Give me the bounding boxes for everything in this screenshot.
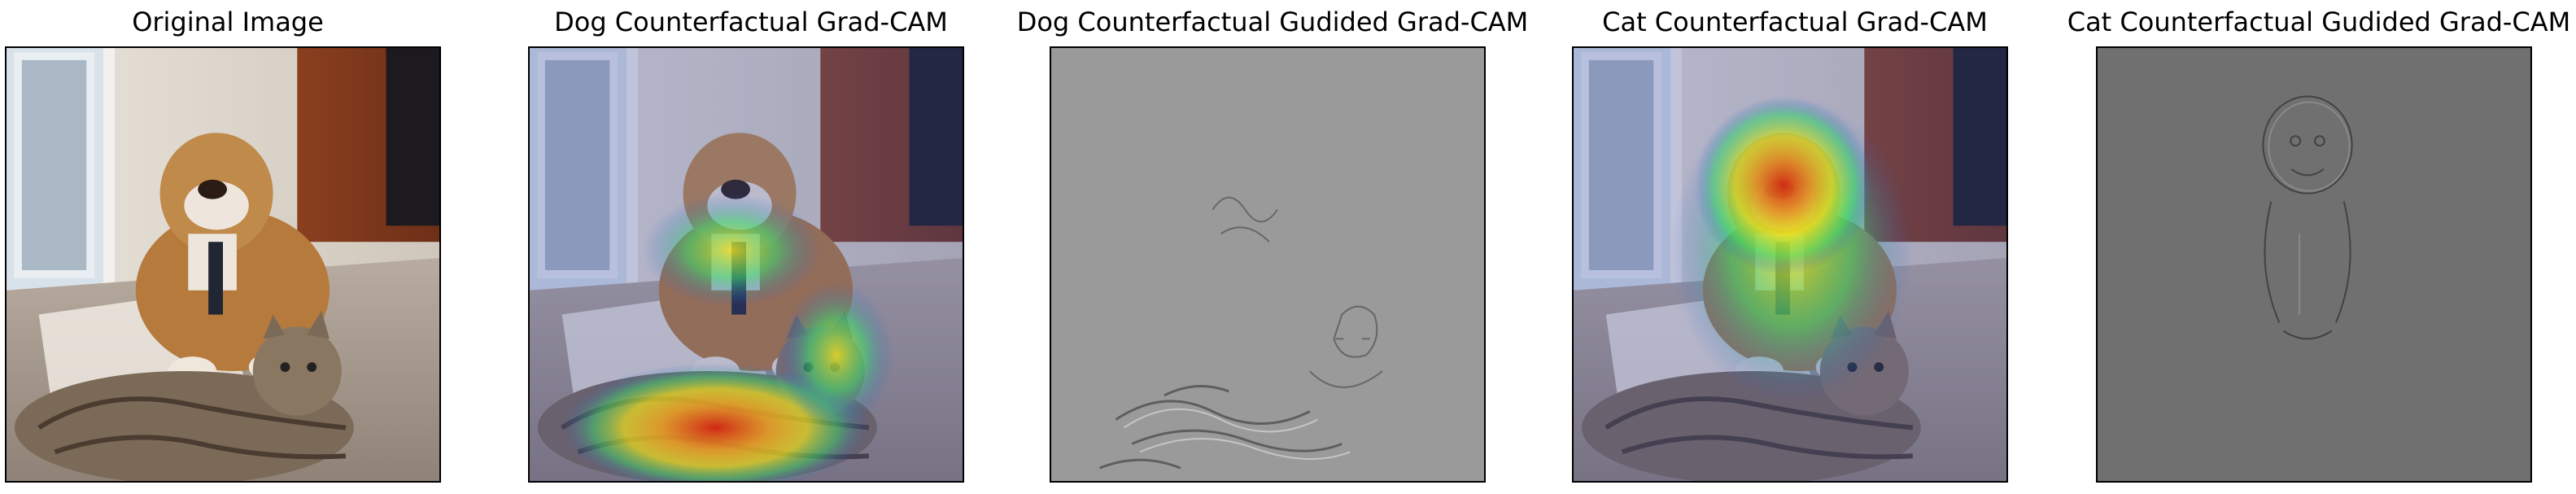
panel-title: Cat Counterfactual Gudided Grad-CAM <box>2067 7 2571 37</box>
heatmap-overlay <box>1574 48 2006 481</box>
guided-gradient-map <box>2098 48 2530 481</box>
dog-cf-guided-image <box>1050 46 1486 483</box>
panel-dog-cf-gradcam: Dog Counterfactual Grad-CAM <box>523 0 979 494</box>
original-image <box>5 46 441 483</box>
panel-dog-cf-guided: Dog Counterfactual Gudided Grad-CAM <box>1017 0 1528 494</box>
panel-cat-cf-gradcam: Cat Counterfactual Grad-CAM <box>1567 0 2023 494</box>
heatmap-overlay <box>530 48 963 481</box>
panel-cat-cf-guided: Cat Counterfactual Gudided Grad-CAM <box>2067 0 2570 494</box>
panel-title: Dog Counterfactual Grad-CAM <box>554 7 948 37</box>
panel-title: Cat Counterfactual Grad-CAM <box>1602 7 1988 37</box>
photo-dog-and-cat <box>7 48 439 481</box>
panel-title: Original Image <box>132 7 324 37</box>
cat-cf-guided-image <box>2096 46 2532 483</box>
dog-cf-gradcam-image <box>528 46 964 483</box>
guided-gradient-map <box>1051 48 1484 481</box>
cat-cf-gradcam-image <box>1572 46 2008 483</box>
panel-original: Original Image <box>0 0 456 494</box>
panel-title: Dog Counterfactual Gudided Grad-CAM <box>1016 7 1529 37</box>
